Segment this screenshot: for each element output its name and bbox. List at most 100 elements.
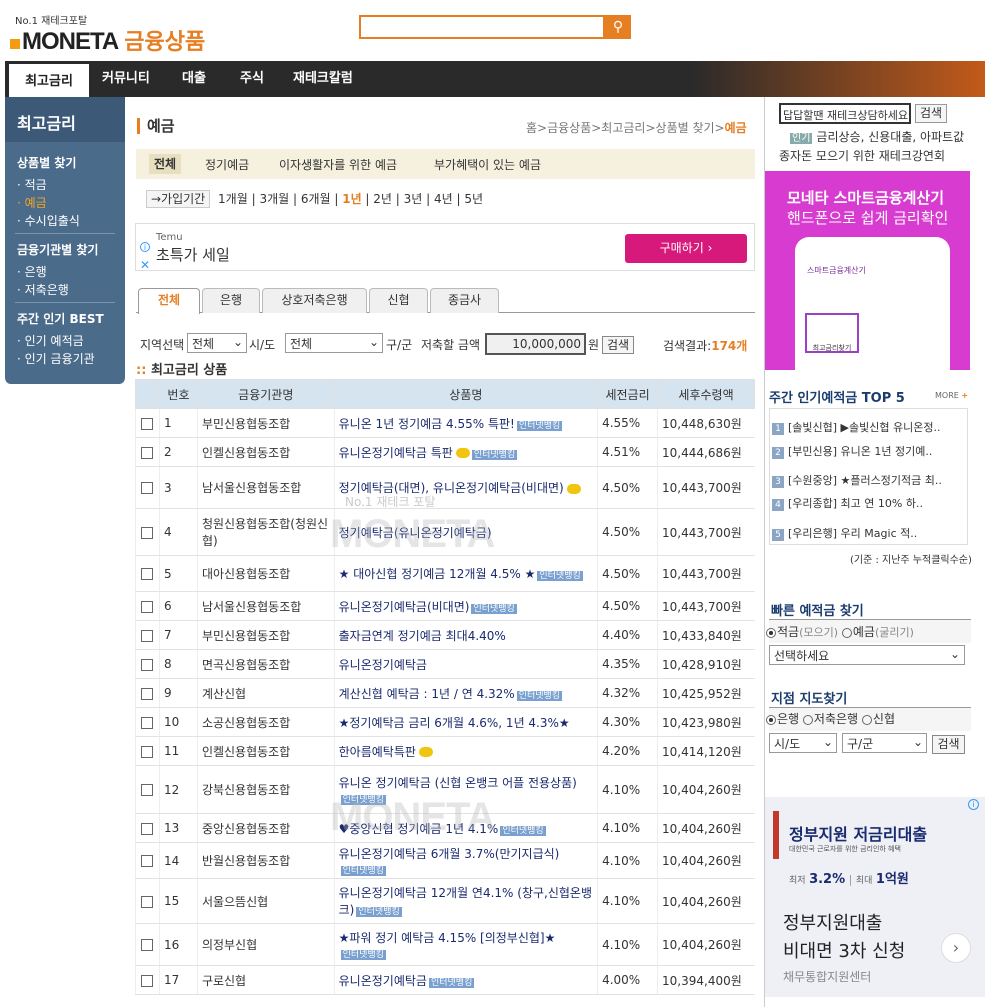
info-icon[interactable]: i — [968, 799, 979, 810]
search-input[interactable] — [359, 15, 605, 39]
row-bank[interactable]: 남서울신용협동조합 — [196, 466, 335, 509]
ad-banner[interactable]: i ✕ Temu 초특가 세일 구매하기 › — [135, 223, 755, 272]
nav-loan[interactable]: 대출 — [182, 61, 206, 97]
subtab-benefit[interactable]: 부가혜택이 있는 예금 — [434, 156, 541, 173]
row-checkbox[interactable] — [141, 716, 154, 729]
search-button[interactable]: ⚲ — [605, 15, 631, 39]
row-checkbox[interactable] — [141, 687, 154, 700]
calculator-banner[interactable]: 모네타 스마트금융계산기 핸드폰으로 쉽게 금리확인 스마트금융계산기 최고금리… — [765, 171, 970, 370]
sidebar-item-bank[interactable]: · 은행 — [17, 263, 47, 280]
top5-item[interactable]: 1 [솔빛신협] ▶솔빛신협 유니온정.. — [772, 419, 940, 435]
row-bank[interactable]: 계산신협 — [196, 678, 335, 708]
chevron-right-icon[interactable]: › — [941, 933, 971, 963]
consult-search-input[interactable]: 답답할땐 재테크상담하세요 — [779, 103, 911, 124]
radio-credit-union[interactable] — [861, 714, 872, 725]
sidebar-item-popular-institutions[interactable]: · 인기 금융기관 — [17, 350, 95, 367]
row-bank[interactable]: 인켈신용협동조합 — [196, 736, 335, 766]
period-2y[interactable]: 2년 — [373, 192, 392, 206]
breadcrumb[interactable]: 홈>금융상품>최고금리>상품별 찾기>예금 — [526, 119, 747, 136]
row-checkbox[interactable] — [141, 417, 154, 430]
row-product-link[interactable]: 한아름예탁특판 — [339, 745, 416, 759]
table-row[interactable]: 9 계산신협 계산신협 예탁금 : 1년 / 연 4.32% 인터넷뱅킹 4.32% 10… — [135, 678, 755, 708]
table-row[interactable]: 2 인켈신용협동조합 유니온정기예탁금 특판 인터넷뱅킹 4.51% 10,444,686… — [135, 437, 755, 467]
row-checkbox[interactable] — [141, 745, 154, 758]
sidebar-item-demand[interactable]: · 수시입출식 — [17, 212, 80, 229]
period-6m[interactable]: 6개월 — [301, 192, 331, 206]
fast-select[interactable]: 선택하세요 ⌄ — [769, 645, 965, 665]
top5-item[interactable]: 4 [우리종합] 최고 연 10% 하.. — [772, 495, 923, 511]
row-bank[interactable]: 강북신용협동조합 — [196, 765, 335, 814]
nav-community[interactable]: 커뮤니티 — [102, 61, 150, 97]
period-3y[interactable]: 3년 — [404, 192, 423, 206]
top5-item[interactable]: 3 [수원중앙] ★플러스정기적금 최.. — [772, 472, 942, 488]
tab-all[interactable]: 전체 — [138, 288, 200, 314]
row-product-link[interactable]: 출자금연계 정기예금 최대4.40% — [339, 629, 506, 643]
top5-item[interactable]: 2 [부민신용] 유니온 1년 정기예.. — [772, 443, 932, 459]
radio-deposit[interactable] — [841, 627, 852, 638]
row-checkbox[interactable] — [141, 446, 154, 459]
branch-gugun-select[interactable]: 구/군 ⌄ — [842, 733, 927, 753]
close-icon[interactable]: ✕ — [140, 258, 150, 272]
row-bank[interactable]: 중앙신용협동조합 — [196, 813, 335, 843]
tab-credit-union[interactable]: 신협 — [369, 288, 428, 313]
sido-select[interactable]: 전체 ⌄ — [187, 333, 247, 353]
row-product-link[interactable]: ★ 대아신협 정기예금 12개월 4.5% ★ — [339, 567, 536, 581]
row-bank[interactable]: 남서울신용협동조합 — [196, 591, 335, 621]
table-row[interactable]: 13 중앙신용협동조합 ♥중앙신협 정기예금 1년 4.1% 인터넷뱅킹 4.10% 10… — [135, 813, 755, 843]
row-checkbox[interactable] — [141, 895, 154, 908]
table-row[interactable]: 12 강북신용협동조합 유니온 정기예탁금 (신협 온뱅크 어플 전용상품) 인터넷뱅… — [135, 765, 755, 814]
logo[interactable]: MONETA 금융상품 — [10, 24, 205, 56]
subtab-interest-living[interactable]: 이자생활자를 위한 예금 — [279, 156, 397, 173]
row-checkbox[interactable] — [141, 939, 154, 951]
radio-bank[interactable] — [766, 714, 776, 725]
row-bank[interactable]: 청원신용협동조합(청원신협) — [196, 508, 335, 556]
table-row[interactable]: 4 청원신용협동조합(청원신협) 정기예탁금(유니온정기예탁금) 4.50% 10,44… — [135, 508, 755, 556]
row-checkbox[interactable] — [141, 974, 154, 987]
row-checkbox[interactable] — [141, 600, 154, 613]
nav-best-rate[interactable]: 최고금리 — [9, 61, 89, 97]
tab-bank[interactable]: 은행 — [202, 288, 260, 313]
branch-sido-select[interactable]: 시/도 ⌄ — [769, 733, 837, 753]
tab-merchant-bank[interactable]: 종금사 — [430, 288, 499, 313]
info-icon[interactable]: i — [140, 242, 150, 252]
radio-savings[interactable] — [766, 627, 776, 638]
row-checkbox[interactable] — [141, 784, 154, 796]
popular-tags[interactable]: 인기 금리상승, 신용대출, 아파트값 — [790, 128, 964, 145]
period-1y[interactable]: 1년 — [342, 192, 361, 206]
table-row[interactable]: 3 남서울신용협동조합 정기예탁금(대면), 유니온정기예탁금(비대면) 4.50% 1… — [135, 466, 755, 509]
ad-buy-button[interactable]: 구매하기 › — [625, 234, 747, 263]
row-bank[interactable]: 의정부신협 — [196, 923, 335, 966]
row-checkbox[interactable] — [141, 568, 154, 580]
row-checkbox[interactable] — [141, 629, 154, 642]
row-product-link[interactable]: ★파워 정기 예탁금 4.15% [의정부신협]★ — [339, 931, 556, 945]
row-product-link[interactable]: 유니온정기예탁금 특판 — [339, 446, 453, 460]
table-row[interactable]: 6 남서울신용협동조합 유니온정기예탁금(비대면) 인터넷뱅킹 4.50% 10,443,… — [135, 591, 755, 621]
row-checkbox[interactable] — [141, 526, 154, 539]
more-link[interactable]: MORE + — [935, 391, 968, 400]
filter-search-button[interactable]: 검색 — [602, 336, 634, 354]
branch-search-button[interactable]: 검색 — [932, 735, 965, 754]
popular-tag-seminar[interactable]: 종자돈 모으기 위한 재테크강연회 — [779, 147, 945, 164]
table-row[interactable]: 15 서울으뜸신협 유니온정기예탁금 12개월 연4.1% (창구,신협온뱅크) 인터… — [135, 878, 755, 924]
radio-savings-bank[interactable] — [802, 714, 813, 725]
row-bank[interactable]: 부민신용협동조합 — [196, 408, 335, 438]
loan-ad-banner[interactable]: i 정부지원 저금리대출 대한민국 근로자를 위한 금리인하 혜택 최저 3.2… — [765, 797, 985, 997]
table-row[interactable]: 14 반월신용협동조합 유니온정기예탁금 6개월 3.7%(만기지급식) 인터넷뱅킹 4… — [135, 842, 755, 879]
row-product-link[interactable]: 계산신협 예탁금 : 1년 / 연 4.32% — [339, 687, 515, 701]
subtab-fixed[interactable]: 정기예금 — [205, 156, 249, 173]
period-4y[interactable]: 4년 — [434, 192, 453, 206]
row-bank[interactable]: 인켈신용협동조합 — [196, 437, 335, 467]
row-product-link[interactable]: ♥중앙신협 정기예금 1년 4.1% — [339, 822, 499, 836]
table-row[interactable]: 8 면곡신용협동조합 유니온정기예탁금 4.35% 10,428,910원 — [135, 649, 755, 679]
gugun-select[interactable]: 전체 ⌄ — [285, 333, 383, 353]
tab-savings-bank[interactable]: 상호저축은행 — [262, 288, 367, 313]
row-checkbox[interactable] — [141, 822, 154, 835]
table-row[interactable]: 1 부민신용협동조합 유니온 1년 정기예금 4.55% 특판! 인터넷뱅킹 4.55%… — [135, 408, 755, 438]
row-product-link[interactable]: 유니온 정기예탁금 (신협 온뱅크 어플 전용상품) — [339, 776, 577, 790]
row-bank[interactable]: 구로신협 — [196, 965, 335, 995]
row-bank[interactable]: 면곡신용협동조합 — [196, 649, 335, 679]
amount-input[interactable]: 10,000,000 — [485, 333, 586, 355]
row-product-link[interactable]: 유니온정기예탁금(비대면) — [339, 600, 470, 614]
table-row[interactable]: 7 부민신용협동조합 출자금연계 정기예금 최대4.40% 4.40% 10,433,8… — [135, 620, 755, 650]
row-checkbox[interactable] — [141, 482, 154, 494]
